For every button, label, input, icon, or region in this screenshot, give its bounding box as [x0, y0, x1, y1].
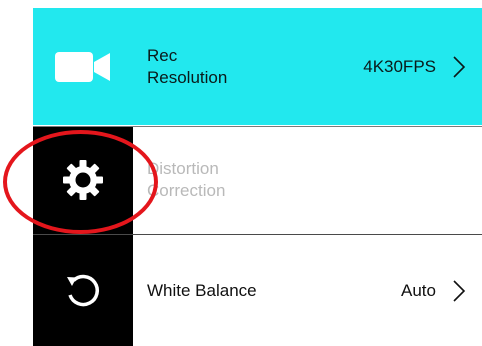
chevron-right-icon: [453, 279, 466, 302]
distortion-correction-label-line1: Distortion: [147, 158, 219, 178]
white-balance-label: White Balance: [147, 280, 257, 300]
reset-icon-cell: [33, 235, 133, 346]
rec-resolution-label: Rec Resolution: [147, 45, 297, 89]
highlight-ring: [3, 130, 158, 234]
distortion-correction-label-line2: Correction: [147, 180, 226, 200]
white-balance-row[interactable]: White Balance Auto: [33, 234, 482, 346]
rec-resolution-row[interactable]: Rec Resolution 4K30FPS: [33, 8, 482, 125]
rec-resolution-label-line1: Rec: [147, 45, 178, 65]
distortion-correction-label: Distortion Correction: [147, 158, 297, 202]
rec-resolution-label-line2: Resolution: [147, 67, 228, 87]
reset-icon: [67, 274, 100, 306]
camera-settings-screen: Rec Resolution 4K30FPS Distortion Correc…: [0, 0, 482, 346]
rec-icon-cell: [33, 8, 133, 125]
chevron-right-icon: [453, 55, 466, 78]
white-balance-value: Auto: [401, 280, 436, 300]
rec-resolution-value: 4K30FPS: [363, 56, 436, 76]
video-camera-icon: [55, 51, 110, 82]
